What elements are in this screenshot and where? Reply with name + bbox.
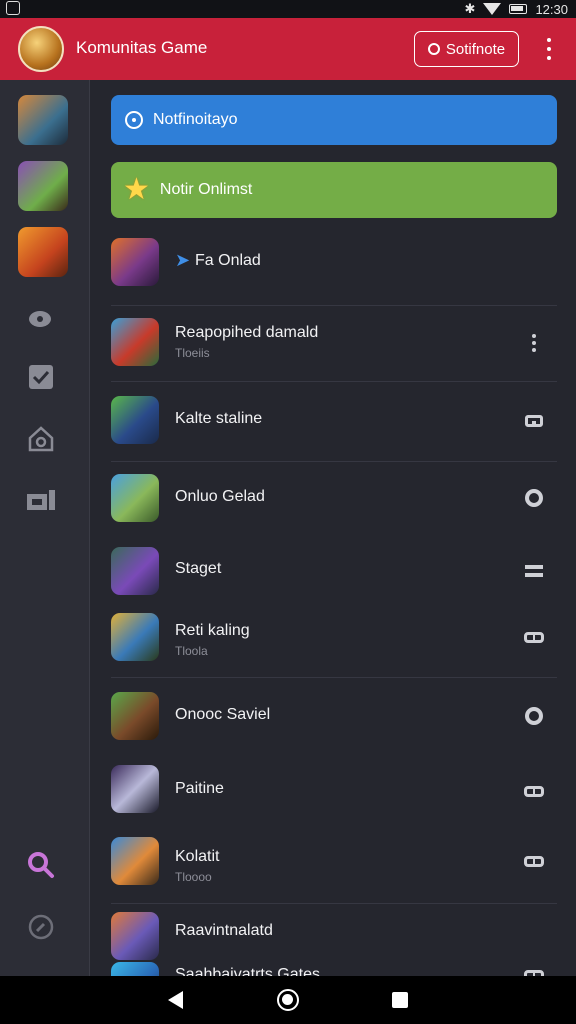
game-icon [111, 692, 159, 740]
game-icon [111, 962, 159, 976]
list-item[interactable]: ➤ Fa Onlad [111, 230, 557, 306]
notification-banner-text: Notfinoitayo [153, 111, 238, 128]
list-item[interactable]: Reti kaling Tloola [111, 604, 557, 678]
main-content: Notfinoitayo ★ Notir Onlimst ➤ Fa Onlad … [90, 80, 576, 976]
game-icon [111, 837, 159, 885]
item-subtitle: Tloooo [175, 870, 212, 884]
item-name: Kalte staline [175, 410, 263, 427]
game-icon [111, 547, 159, 595]
list-item[interactable]: Raavintnalatd [111, 904, 557, 960]
chat-icon[interactable] [24, 302, 58, 336]
compass-icon[interactable] [24, 910, 58, 944]
item-name: Saahbaivatrts Gates [175, 966, 320, 976]
home-button-icon[interactable] [277, 989, 299, 1011]
item-subtitle: Tloeiis [175, 346, 210, 360]
list-item[interactable]: Paitine [111, 758, 557, 828]
overflow-menu-icon[interactable] [540, 38, 558, 60]
home-icon[interactable] [24, 422, 58, 456]
game-icon [111, 912, 159, 960]
notification-settings-button[interactable]: Sotifnote [414, 31, 519, 67]
search-icon[interactable] [24, 848, 58, 882]
back-icon[interactable] [168, 991, 183, 1009]
more-vertical-icon[interactable] [523, 332, 545, 354]
game-icon [111, 238, 159, 286]
link-icon[interactable] [523, 850, 545, 872]
online-banner-text: Notir Onlimst [159, 181, 253, 198]
recents-icon[interactable] [392, 992, 408, 1008]
status-bar: ✱ 12:30 [0, 0, 576, 18]
app-title: Komunitas Game [76, 38, 208, 57]
list-item[interactable]: Saahbaivatrts Gates [111, 958, 557, 976]
item-name: Fa Onlad [195, 252, 261, 269]
list-item[interactable]: Kolatit Tloooo [111, 828, 557, 904]
game-icon [111, 474, 159, 522]
controller-icon[interactable] [523, 410, 545, 432]
item-name: Paitine [175, 780, 224, 797]
checkbox-icon[interactable] [24, 360, 58, 394]
list-item[interactable]: Kalte staline [111, 382, 557, 462]
notification-banner[interactable]: Notfinoitayo [111, 95, 557, 145]
game-icon [111, 613, 159, 661]
item-name: Kolatit [175, 848, 220, 865]
notification-settings-label: Sotifnote [445, 40, 506, 58]
item-name: Staget [175, 560, 222, 577]
system-nav-bar [0, 976, 576, 1024]
side-rail [0, 80, 90, 976]
list-item[interactable]: Reapopihed damald Tloeiis [111, 306, 557, 382]
battery-icon [509, 4, 528, 14]
link-icon[interactable] [523, 964, 545, 976]
record-icon[interactable] [523, 705, 545, 727]
list-item[interactable]: Onluo Gelad [111, 462, 557, 544]
game-icon [111, 396, 159, 444]
game-icon [111, 765, 159, 813]
online-banner[interactable]: ★ Notir Onlimst [111, 162, 557, 218]
notification-icon [6, 1, 20, 15]
bluetooth-icon: ✱ [464, 1, 476, 16]
list-item[interactable]: Onooc Saviel [111, 678, 557, 758]
item-name: Reti kaling [175, 622, 250, 639]
link-icon[interactable] [523, 780, 545, 802]
game-icon [111, 318, 159, 366]
rail-game-icon[interactable] [18, 227, 68, 277]
star-icon: ★ [123, 173, 150, 206]
rail-game-icon[interactable] [18, 95, 68, 145]
item-name: Onluo Gelad [175, 488, 265, 505]
status-time: 12:30 [535, 1, 568, 17]
item-name: Reapopihed damald [175, 324, 319, 341]
app-bar: Komunitas Game Sotifnote [0, 18, 576, 80]
rail-game-icon[interactable] [18, 161, 68, 211]
lightning-icon: ➤ [175, 250, 191, 270]
item-name: Raavintnalatd [175, 922, 273, 939]
info-icon [125, 111, 143, 129]
library-icon[interactable] [24, 483, 58, 517]
community-avatar[interactable] [18, 26, 64, 72]
status-icons: ✱ 12:30 [465, 1, 568, 17]
item-subtitle: Tloola [175, 644, 208, 658]
menu-icon[interactable] [523, 560, 545, 582]
list-item[interactable]: Staget [111, 544, 557, 604]
item-name: Onooc Saviel [175, 706, 271, 723]
link-icon[interactable] [523, 626, 545, 648]
wifi-icon [483, 3, 502, 15]
record-icon[interactable] [523, 487, 545, 509]
bell-icon [427, 43, 440, 55]
